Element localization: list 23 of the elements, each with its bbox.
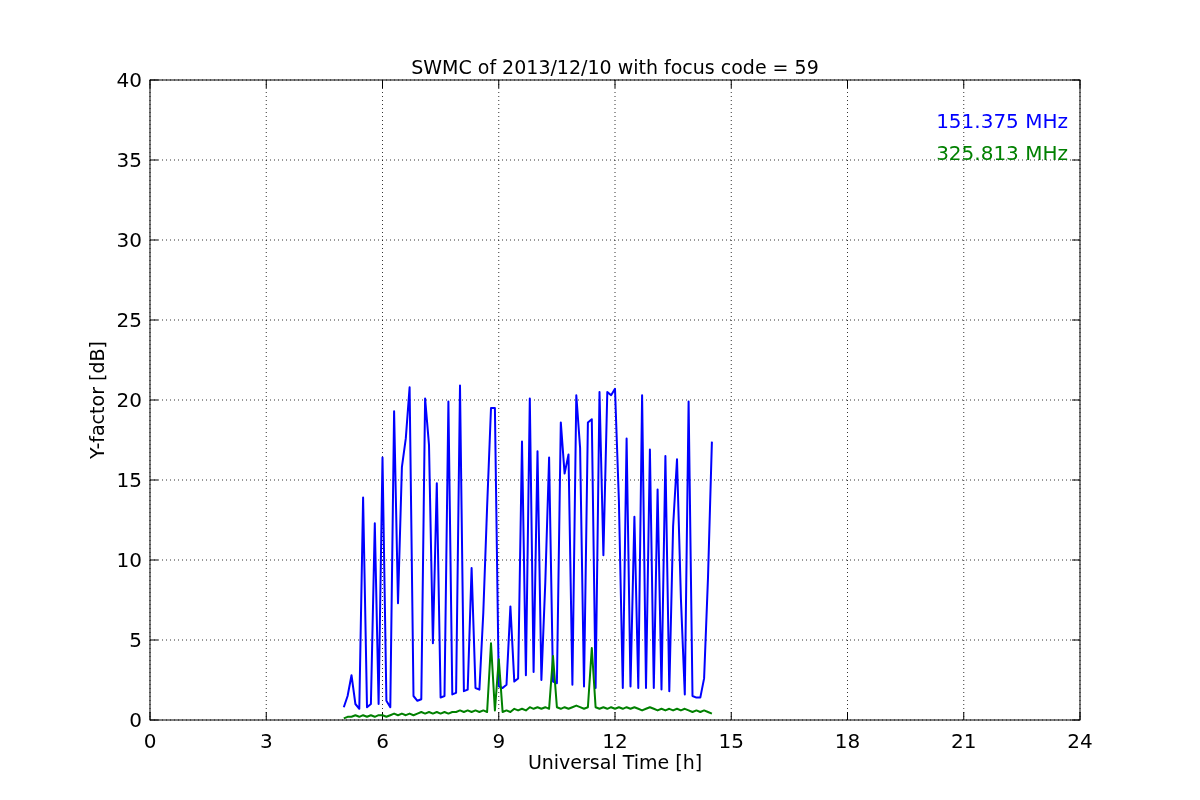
y-tick-label: 0 <box>129 708 142 732</box>
chart-title: SWMC of 2013/12/10 with focus code = 59 <box>411 56 819 78</box>
y-tick-label: 25 <box>116 308 142 332</box>
x-tick-label: 24 <box>1067 729 1093 753</box>
y-tick-label: 10 <box>116 548 142 572</box>
x-tick-label: 3 <box>259 729 273 753</box>
y-tick-label: 20 <box>116 388 142 412</box>
y-tick-label: 35 <box>116 148 142 172</box>
x-tick-label: 18 <box>834 729 861 753</box>
y-tick-label: 30 <box>116 228 142 252</box>
x-tick-label: 15 <box>718 729 744 753</box>
y-tick-label: 40 <box>116 68 142 92</box>
y-axis-label: Y-factor [dB] <box>86 341 108 459</box>
y-tick-label: 15 <box>116 468 142 492</box>
legend-label: 325.813 MHz <box>936 141 1068 165</box>
y-tick-label: 5 <box>129 628 142 652</box>
x-axis-label: Universal Time [h] <box>527 751 703 773</box>
x-tick-label: 0 <box>143 729 157 753</box>
legend-label: 151.375 MHz <box>936 109 1068 133</box>
x-tick-label: 21 <box>951 729 977 753</box>
x-tick-label: 9 <box>492 729 506 753</box>
x-tick-label: 12 <box>602 729 628 753</box>
x-tick-label: 6 <box>376 729 389 753</box>
